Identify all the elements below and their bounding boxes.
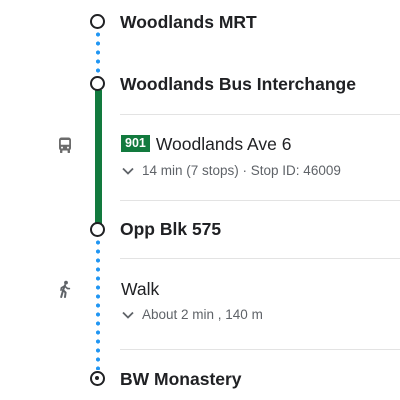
walk-path-dots-bottom <box>96 238 100 370</box>
divider <box>120 349 400 350</box>
walk-leg-title[interactable]: Walk <box>121 279 159 300</box>
route-number-badge: 901 <box>121 135 150 152</box>
bus-leg-details-toggle[interactable]: 14 min (7 stops) · Stop ID: 46009 <box>121 163 341 178</box>
stop-name-destination[interactable]: BW Monastery <box>120 369 242 390</box>
chevron-down-icon <box>122 167 134 175</box>
bus-leg-destination: Woodlands Ave 6 <box>155 134 292 154</box>
divider <box>120 258 400 259</box>
divider <box>120 114 400 115</box>
walking-icon <box>56 280 74 298</box>
stop-node-boarding <box>90 76 105 91</box>
stop-name-origin[interactable]: Woodlands MRT <box>120 12 257 33</box>
stop-node-destination <box>90 371 105 386</box>
stop-name-alighting[interactable]: Opp Blk 575 <box>120 219 221 240</box>
bus-leg-title[interactable]: 901 Woodlands Ave 6 <box>121 134 291 155</box>
divider <box>120 200 400 201</box>
walk-leg-details: About 2 min , 140 m <box>142 307 263 322</box>
bus-icon <box>56 136 74 154</box>
stop-node-alighting <box>90 222 105 237</box>
bus-leg-details: 14 min (7 stops) · Stop ID: 46009 <box>142 163 341 178</box>
walk-path-dots-top <box>96 30 100 78</box>
bus-route-line <box>95 90 102 224</box>
walk-leg-details-toggle[interactable]: About 2 min , 140 m <box>121 307 263 322</box>
chevron-down-icon <box>122 311 134 319</box>
stop-name-boarding[interactable]: Woodlands Bus Interchange <box>120 74 356 95</box>
stop-node-origin <box>90 14 105 29</box>
